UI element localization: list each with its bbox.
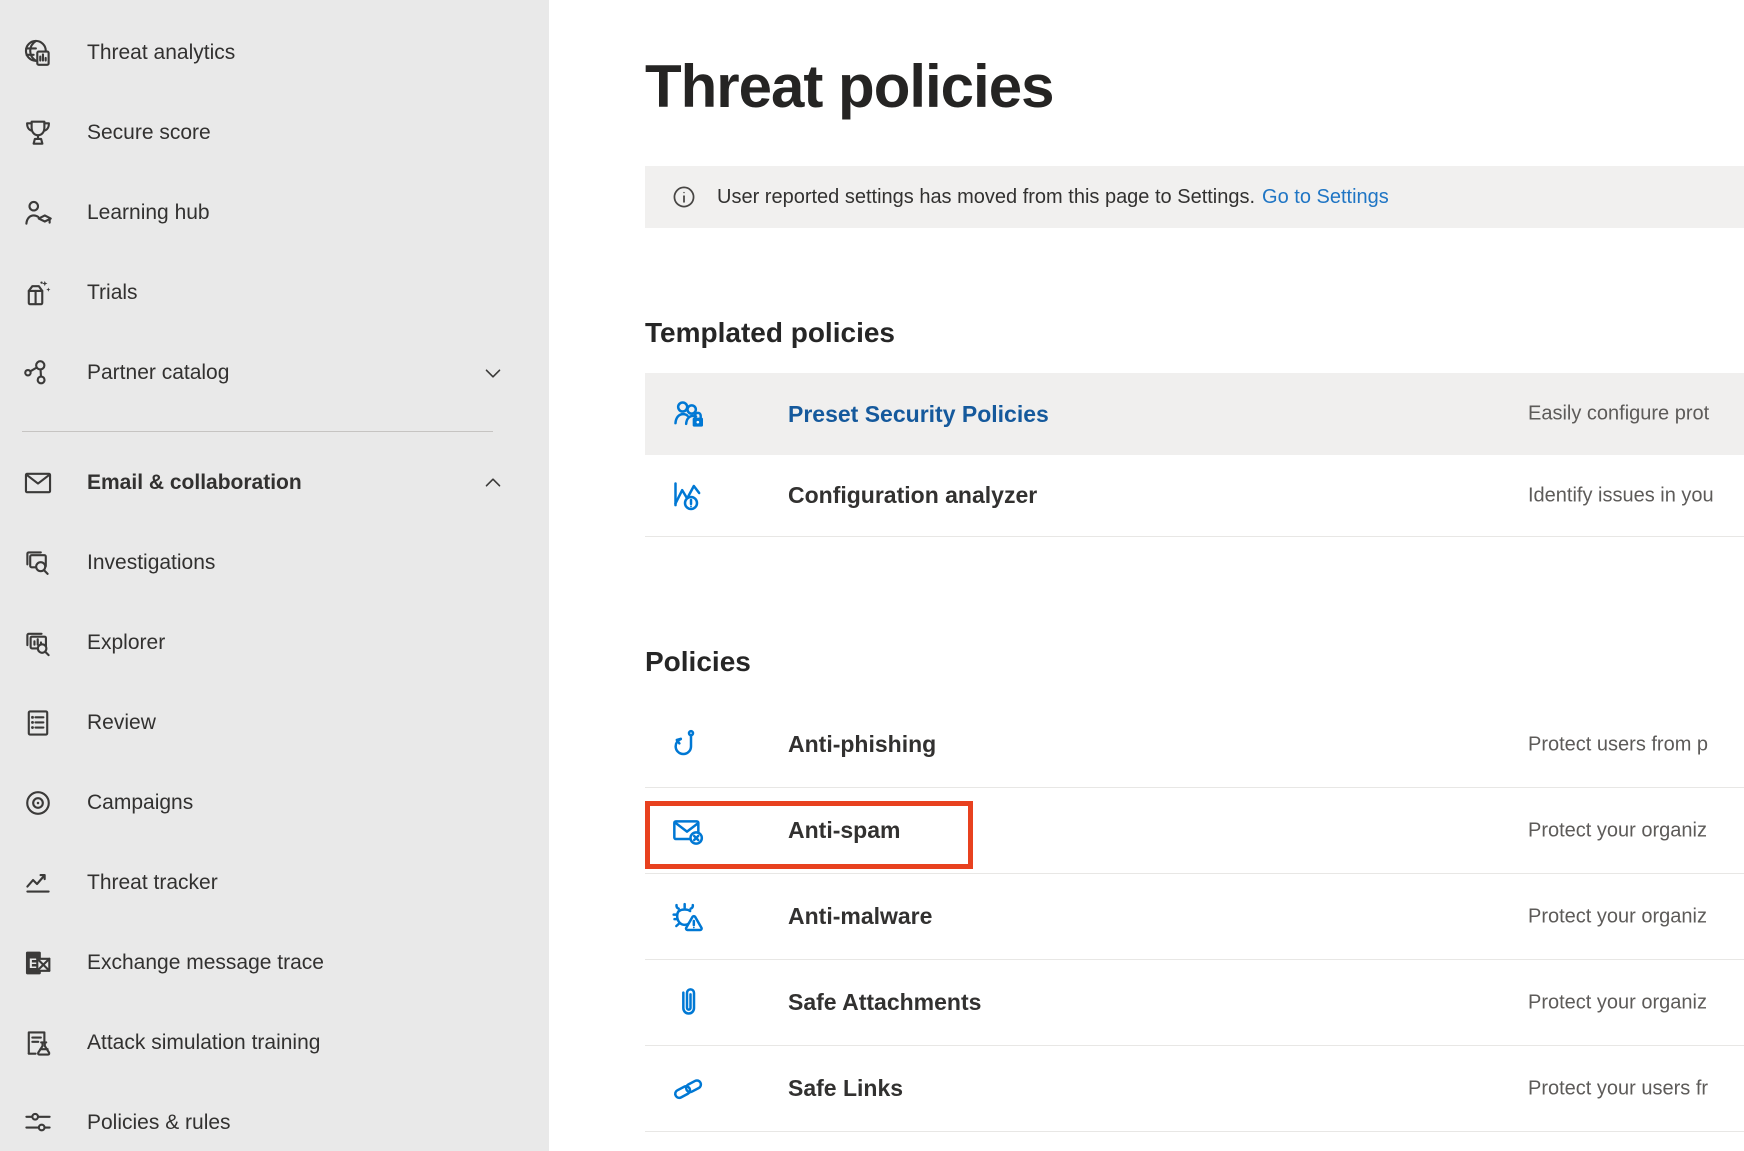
sidebar-item-label: Learning hub <box>87 201 210 225</box>
exchange-icon: E <box>20 945 56 981</box>
anti-spam-icon <box>668 811 708 851</box>
policy-row-description: Protect your users fr <box>1528 1077 1708 1100</box>
sidebar-item-attack-simulation-training[interactable]: Attack simulation training <box>0 1003 549 1083</box>
anti-phishing-icon <box>668 725 708 765</box>
policy-row-label[interactable]: Anti-phishing <box>788 731 936 758</box>
sidebar-item-threat-analytics[interactable]: Threat analytics <box>0 13 549 93</box>
policy-row-configuration-analyzer[interactable]: Configuration analyzer Identify issues in… <box>645 455 1744 537</box>
chevron-up-icon[interactable] <box>480 470 506 496</box>
sidebar-item-label: Campaigns <box>87 791 193 815</box>
threat-tracker-icon <box>20 865 56 901</box>
sidebar-item-learning-hub[interactable]: Learning hub <box>0 173 549 253</box>
explorer-icon <box>20 625 56 661</box>
sidebar-item-investigations[interactable]: Investigations <box>0 523 549 603</box>
info-banner: User reported settings has moved from th… <box>645 166 1744 228</box>
sidebar-item-label: Explorer <box>87 631 165 655</box>
sidebar-section-email: Email & collaboration Investigations Explo… <box>0 443 549 1151</box>
sidebar-item-label: Trials <box>87 281 138 305</box>
sidebar-item-label: Exchange message trace <box>87 951 324 975</box>
campaigns-icon <box>20 785 56 821</box>
partner-catalog-icon <box>20 355 56 391</box>
sidebar-item-trials[interactable]: Trials <box>0 253 549 333</box>
mail-icon <box>20 465 56 501</box>
sidebar-item-label: Threat tracker <box>87 871 218 895</box>
policy-row-description: Protect your organiz <box>1528 991 1707 1014</box>
sidebar-item-policies-rules[interactable]: Policies & rules <box>0 1083 549 1151</box>
sidebar-item-email-collaboration[interactable]: Email & collaboration <box>0 443 549 523</box>
page-title: Threat policies <box>645 48 1744 126</box>
sidebar-item-label: Policies & rules <box>87 1111 231 1135</box>
policy-row-description: Protect users from p <box>1528 733 1708 756</box>
main-content: Threat policies User reported settings h… <box>549 0 1744 1151</box>
sidebar-item-secure-score[interactable]: Secure score <box>0 93 549 173</box>
investigations-icon <box>20 545 56 581</box>
sidebar-item-threat-tracker[interactable]: Threat tracker <box>0 843 549 923</box>
info-icon <box>670 183 698 211</box>
policy-row-label[interactable]: Safe Attachments <box>788 989 981 1016</box>
sidebar-item-exchange-message-trace[interactable]: E Exchange message trace <box>0 923 549 1003</box>
sidebar-item-label: Email & collaboration <box>87 471 302 495</box>
sidebar-item-label: Partner catalog <box>87 361 229 385</box>
sidebar-item-partner-catalog[interactable]: Partner catalog <box>0 333 549 413</box>
sliders-icon <box>20 1105 56 1141</box>
policy-row-anti-spam[interactable]: Anti-spam Protect your organiz <box>645 788 1744 874</box>
sidebar-item-label: Review <box>87 711 156 735</box>
sidebar: Threat analytics Secure score Learning hub… <box>0 0 549 1151</box>
policy-row-label[interactable]: Safe Links <box>788 1075 903 1102</box>
paperclip-icon <box>668 983 708 1023</box>
sidebar-item-review[interactable]: Review <box>0 683 549 763</box>
sidebar-item-explorer[interactable]: Explorer <box>0 603 549 683</box>
sidebar-item-label: Secure score <box>87 121 211 145</box>
attack-simulation-icon <box>20 1025 56 1061</box>
policy-row-description: Identify issues in you <box>1528 484 1714 507</box>
policy-row-anti-malware[interactable]: Anti-malware Protect your organiz <box>645 874 1744 960</box>
sidebar-divider <box>22 431 493 432</box>
learning-hub-icon <box>20 195 56 231</box>
policy-row-label[interactable]: Preset Security Policies <box>788 401 1049 428</box>
preset-security-icon <box>668 394 708 434</box>
sidebar-item-label: Investigations <box>87 551 215 575</box>
policy-row-preset-security-policies[interactable]: Preset Security Policies Easily configure… <box>645 373 1744 455</box>
policy-row-label[interactable]: Anti-malware <box>788 903 932 930</box>
section-heading-templated-policies: Templated policies <box>645 313 1744 353</box>
policy-row-safe-links[interactable]: Safe Links Protect your users fr <box>645 1046 1744 1132</box>
policy-row-safe-attachments[interactable]: Safe Attachments Protect your organiz <box>645 960 1744 1046</box>
threat-analytics-icon <box>20 35 56 71</box>
sidebar-item-label: Attack simulation training <box>87 1031 320 1055</box>
banner-text: User reported settings has moved from th… <box>717 186 1255 209</box>
section-heading-policies: Policies <box>645 642 1744 682</box>
templated-policies-list: Preset Security Policies Easily configure… <box>549 373 1744 537</box>
safe-links-icon <box>668 1069 708 1109</box>
trials-icon <box>20 275 56 311</box>
sidebar-section-top: Threat analytics Secure score Learning hub… <box>0 13 549 413</box>
policy-row-description: Protect your organiz <box>1528 905 1707 928</box>
go-to-settings-link[interactable]: Go to Settings <box>1262 186 1389 209</box>
trophy-icon <box>20 115 56 151</box>
sidebar-item-label: Threat analytics <box>87 41 235 65</box>
policy-row-label[interactable]: Configuration analyzer <box>788 482 1037 509</box>
policy-row-label[interactable]: Anti-spam <box>788 817 900 844</box>
sidebar-item-campaigns[interactable]: Campaigns <box>0 763 549 843</box>
defender-portal-screen: Threat analytics Secure score Learning hub… <box>0 0 1744 1151</box>
review-icon <box>20 705 56 741</box>
policy-row-anti-phishing[interactable]: Anti-phishing Protect users from p <box>645 702 1744 788</box>
anti-malware-icon <box>668 897 708 937</box>
configuration-analyzer-icon <box>668 476 708 516</box>
policy-row-description: Easily configure prot <box>1528 403 1709 426</box>
policy-row-description: Protect your organiz <box>1528 819 1707 842</box>
chevron-down-icon[interactable] <box>480 360 506 386</box>
policies-list: Anti-phishing Protect users from p Anti-sp… <box>549 702 1744 1132</box>
